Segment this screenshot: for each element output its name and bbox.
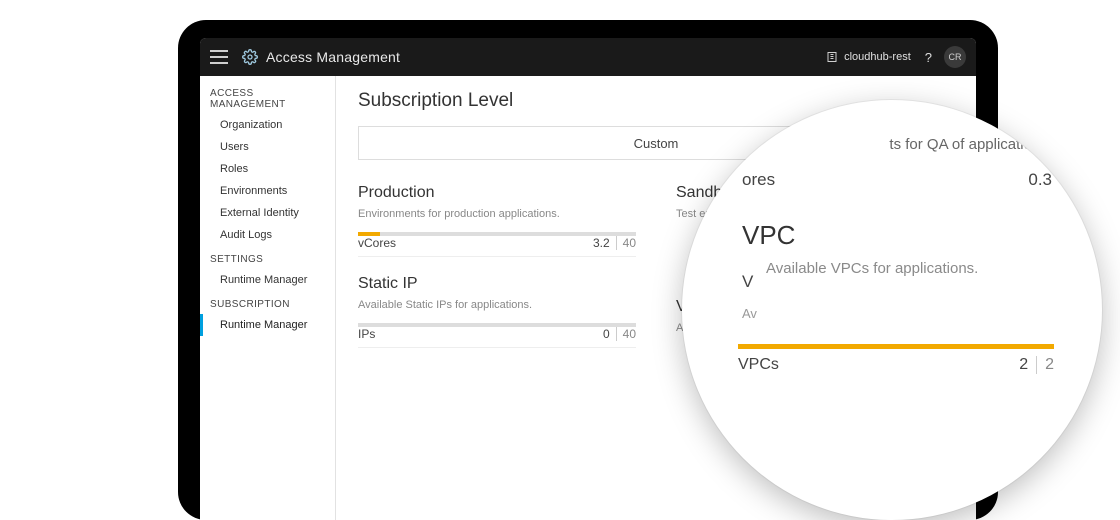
lens-vpc-sub: Available VPCs for applications. [766, 260, 978, 277]
lens-vpc-label-row: VPCs 2 2 [738, 356, 1054, 374]
production-vcores-metric: vCores 3.2 40 [358, 232, 636, 257]
sidebar-item-runtime-manager-subscription[interactable]: Runtime Manager [200, 314, 335, 336]
production-subheading: Environments for production applications… [358, 208, 636, 220]
production-vcores-label: vCores [358, 236, 396, 250]
app-title: Access Management [266, 49, 400, 65]
col-left: Production Environments for production a… [358, 178, 636, 348]
menu-icon[interactable] [210, 50, 228, 64]
staticip-bar [358, 323, 636, 327]
lens-ores-value: 0.3 [1028, 170, 1052, 190]
sidebar-item-external-identity[interactable]: External Identity [200, 202, 335, 224]
avatar[interactable]: CR [944, 46, 966, 68]
staticip-value: 0 [603, 327, 616, 341]
sidebar-section-settings: SETTINGS [200, 246, 335, 269]
help-icon[interactable]: ? [925, 50, 932, 65]
org-switcher[interactable]: cloudhub-rest [826, 51, 911, 63]
lens-vpc-fill [738, 344, 1054, 349]
lens-vpc-heading: VPC [742, 220, 795, 251]
production-vcores-fill [358, 232, 380, 236]
sidebar-item-audit-logs[interactable]: Audit Logs [200, 224, 335, 246]
staticip-metric: IPs 0 40 [358, 323, 636, 348]
lens-qa-text: ts for QA of applications. [889, 136, 1052, 153]
staticip-heading: Static IP [358, 275, 636, 293]
sidebar-section-access-management: ACCESS MANAGEMENT [200, 80, 335, 114]
plan-label: Custom [634, 136, 679, 151]
sidebar-item-organization[interactable]: Organization [200, 114, 335, 136]
staticip-subheading: Available Static IPs for applications. [358, 299, 636, 311]
lens-v-letter: V [742, 272, 753, 292]
lens-vpcs-max: 2 [1036, 356, 1054, 374]
topbar: Access Management cloudhub-rest ? CR [200, 38, 976, 76]
org-icon [826, 51, 838, 63]
sidebar-item-runtime-manager-settings[interactable]: Runtime Manager [200, 269, 335, 291]
sidebar-item-users[interactable]: Users [200, 136, 335, 158]
lens-ores-row: ores 0.3 [742, 170, 1052, 190]
org-name: cloudhub-rest [844, 51, 911, 63]
lens-vpc-bar-row [738, 344, 1054, 349]
sidebar-section-subscription: SUBSCRIPTION [200, 291, 335, 314]
zoom-lens: ts for QA of applications. ores 0.3 VPC … [682, 100, 1102, 520]
production-vcores-max: 40 [616, 236, 636, 250]
staticip-max: 40 [616, 327, 636, 341]
production-vcores-bar [358, 232, 636, 236]
lens-vpcs-value: 2 [1019, 356, 1036, 374]
staticip-label: IPs [358, 327, 375, 341]
lens-av-letter: Av [742, 306, 757, 321]
sidebar-item-roles[interactable]: Roles [200, 158, 335, 180]
gear-icon [242, 49, 258, 65]
sidebar: ACCESS MANAGEMENT Organization Users Rol… [200, 76, 336, 520]
lens-vpcs-label: VPCs [738, 356, 779, 374]
lens-ores-label: ores [742, 170, 775, 190]
sidebar-item-environments[interactable]: Environments [200, 180, 335, 202]
production-heading: Production [358, 184, 636, 202]
lens-vpc-bar [738, 344, 1054, 349]
production-vcores-value: 3.2 [593, 236, 616, 250]
